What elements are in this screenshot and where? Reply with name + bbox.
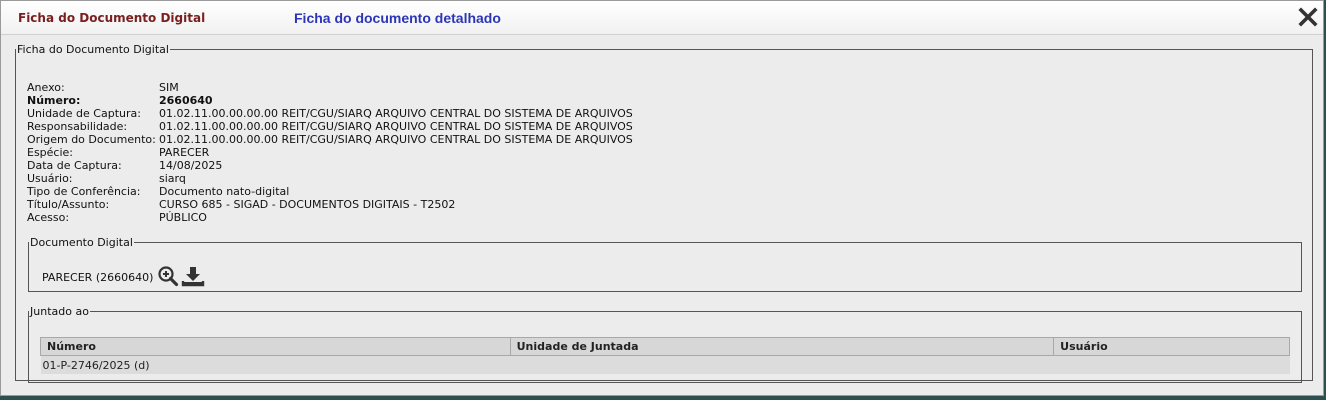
field-row: Data de Captura: 14/08/2025 [27,159,633,172]
field-row: Origem do Documento: 01.02.11.00.00.00.00… [27,133,633,146]
field-label: Espécie: [27,146,74,159]
field-row: Tipo de Conferência: Documento nato-digit… [27,185,633,198]
field-value: siarq [159,172,186,185]
zoom-in-icon[interactable] [157,265,179,290]
juntado-fieldset: Juntado ao Número Unidade de Juntada Usu… [28,305,1302,383]
table-row[interactable]: 01-P-2746/2025 (d) [40,355,1290,374]
documento-digital-fieldset: Documento Digital PARECER (2660640) [28,236,1302,292]
field-value: PARECER [159,146,210,159]
table-cell-usuario [1053,355,1290,374]
field-row: Responsabilidade: 01.02.11.00.00.00.00 RE… [27,120,633,133]
field-row: Usuário: siarq [27,172,633,185]
field-label: Acesso: [27,211,70,224]
ficha-legend: Ficha do Documento Digital [17,43,169,56]
ficha-fieldset: Ficha do Documento Digital Anexo: SIM Núme… [15,43,1313,383]
dialog-subtitle: Ficha do documento detalhado [294,10,501,26]
table-header-row: Número Unidade de Juntada Usuário [40,337,1290,356]
documento-digital-label: PARECER (2660640) [42,271,154,284]
dialog-titlebar: Ficha do Documento Digital Ficha do docu… [1,1,1323,35]
download-icon[interactable] [181,265,205,290]
field-row: Espécie: PARECER [27,146,633,159]
table-cell-unidade [510,355,1054,374]
column-header-usuario[interactable]: Usuário [1053,337,1290,356]
documento-digital-item: PARECER (2660640) [42,265,205,290]
juntado-legend: Juntado ao [30,305,89,318]
field-value: 01.02.11.00.00.00.00 REIT/CGU/SIARQ ARQU… [159,107,633,120]
field-label: Tipo de Conferência: [27,185,141,198]
field-label: Usuário: [27,172,73,185]
field-value: CURSO 685 - SIGAD - DOCUMENTOS DIGITAIS … [159,198,456,211]
field-row: Anexo: SIM [27,81,633,94]
field-value: 2660640 [159,94,213,107]
documento-digital-legend: Documento Digital [30,236,133,249]
field-label: Anexo: [27,81,65,94]
field-row: Número: 2660640 [27,94,633,107]
field-value: 14/08/2025 [159,159,223,172]
field-label: Data de Captura: [27,159,122,172]
field-value: 01.02.11.00.00.00.00 REIT/CGU/SIARQ ARQU… [159,133,633,146]
field-value: PÚBLICO [159,211,207,224]
close-icon[interactable] [1298,7,1318,27]
table-cell-numero: 01-P-2746/2025 (d) [40,355,511,374]
field-row: Unidade de Captura: 01.02.11.00.00.00.00 … [27,107,633,120]
column-header-numero[interactable]: Número [40,337,511,356]
field-label: Unidade de Captura: [27,107,141,120]
ficha-fields: Anexo: SIM Número: 2660640 Unidade de Captur… [27,81,633,224]
field-value: 01.02.11.00.00.00.00 REIT/CGU/SIARQ ARQU… [159,120,633,133]
document-dialog: Ficha do Documento Digital Ficha do docu… [0,0,1324,396]
field-row: Título/Assunto: CURSO 685 - SIGAD - DOCUM… [27,198,633,211]
column-header-unidade[interactable]: Unidade de Juntada [509,337,1055,356]
field-row: Acesso: PÚBLICO [27,211,633,224]
field-value: Documento nato-digital [159,185,290,198]
field-label: Origem do Documento: [27,133,156,146]
field-label: Número: [27,94,81,107]
field-label: Responsabilidade: [27,120,128,133]
field-value: SIM [159,81,179,94]
dialog-title: Ficha do Documento Digital [18,11,206,25]
juntado-table: Número Unidade de Juntada Usuário 01-P-2… [40,337,1290,374]
field-label: Título/Assunto: [27,198,110,211]
